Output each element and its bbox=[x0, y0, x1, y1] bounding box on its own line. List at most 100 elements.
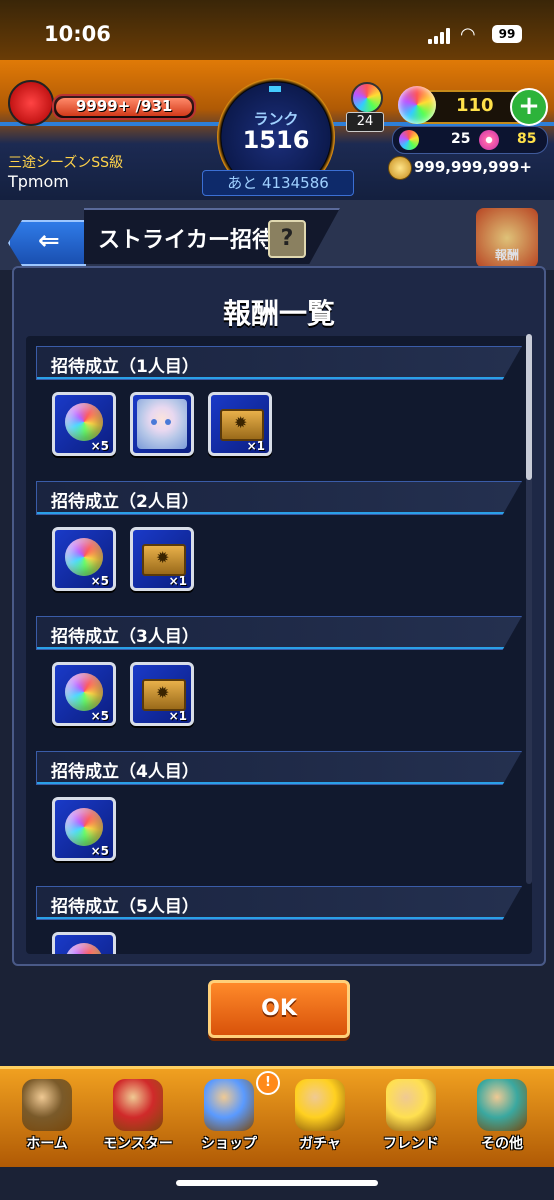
nav-item-monster[interactable]: モンスター bbox=[95, 1075, 181, 1163]
wifi-icon: ◠ bbox=[460, 24, 476, 45]
home-indicator bbox=[176, 1180, 378, 1186]
add-orbs-button[interactable]: + bbox=[510, 88, 548, 126]
shop-orb-icon bbox=[204, 1079, 254, 1131]
title-plate: ストライカー招待 ? bbox=[84, 208, 340, 264]
season-rank: 三途シーズンSS級 bbox=[8, 155, 124, 171]
ticket-icon bbox=[142, 679, 186, 711]
item-quantity: ×1 bbox=[168, 574, 187, 588]
reward-item-orb[interactable]: ×5 bbox=[52, 392, 116, 456]
item-quantity: ×1 bbox=[168, 709, 187, 723]
reward-badge-label: 報酬 bbox=[494, 248, 519, 262]
section-header: 招待成立（5人目） bbox=[36, 886, 522, 920]
orb-icon bbox=[65, 403, 103, 441]
gold-count: 999,999,999+ bbox=[414, 158, 532, 176]
reward-item-ticket[interactable]: ×1 bbox=[208, 392, 272, 456]
other-icon bbox=[477, 1079, 527, 1131]
sub-currency-bar: 25 85 bbox=[392, 126, 548, 154]
item-quantity: ×1 bbox=[246, 439, 265, 453]
reward-list-dialog: 報酬一覧 招待成立（1人目）×5×1招待成立（2人目）×5×1招待成立（3人目）… bbox=[12, 266, 546, 966]
scrollbar-thumb[interactable] bbox=[526, 334, 532, 480]
reward-section: 招待成立（2人目） ×5 ×1 bbox=[26, 471, 522, 606]
nav-label: ホーム bbox=[26, 1136, 68, 1152]
level-icon bbox=[8, 80, 54, 126]
dialog-title: 報酬一覧 bbox=[222, 297, 335, 330]
reward-section: 招待成立（4人目） ×5 bbox=[26, 741, 522, 876]
signal-icon bbox=[428, 28, 454, 44]
reward-badge-icon[interactable]: 報酬 bbox=[476, 208, 538, 268]
nav-item-home[interactable]: ホーム bbox=[4, 1075, 90, 1163]
gacha-egg-icon bbox=[295, 1079, 345, 1131]
orb-icon bbox=[65, 538, 103, 576]
reward-section: 招待成立（3人目） ×5 ×1 bbox=[26, 606, 522, 741]
nav-label: その他 bbox=[481, 1136, 523, 1152]
rank-value: 1516 bbox=[242, 126, 310, 154]
home-icon bbox=[22, 1079, 72, 1131]
orb-icon bbox=[65, 673, 103, 711]
reward-section: 招待成立（5人目） bbox=[26, 876, 522, 954]
bottom-nav: ホーム モンスター ショップ! ガチャ フレンド その他 bbox=[0, 1066, 554, 1167]
screen-title: ストライカー招待 bbox=[98, 228, 275, 253]
small-orb-icon bbox=[399, 130, 419, 150]
next-rank-exp: あと 4134586 bbox=[202, 170, 354, 196]
back-button[interactable]: ⇐ bbox=[8, 220, 86, 266]
ticket-icon bbox=[220, 409, 264, 441]
item-quantity: ×5 bbox=[90, 709, 109, 723]
ok-button[interactable]: OK bbox=[208, 980, 350, 1038]
reward-item-character[interactable] bbox=[130, 392, 194, 456]
help-button[interactable]: ? bbox=[268, 220, 306, 258]
trophy-count: 24 bbox=[346, 112, 384, 132]
section-label: 招待成立（3人目） bbox=[51, 627, 199, 647]
reward-item-orb[interactable]: ×5 bbox=[52, 797, 116, 861]
reward-list[interactable]: 招待成立（1人目）×5×1招待成立（2人目）×5×1招待成立（3人目）×5×1招… bbox=[26, 336, 532, 954]
section-header: 招待成立（1人目） bbox=[36, 346, 522, 380]
item-quantity: ×5 bbox=[90, 439, 109, 453]
section-header: 招待成立（3人目） bbox=[36, 616, 522, 650]
clock: 10:06 bbox=[44, 22, 111, 46]
flower-icon bbox=[479, 130, 499, 150]
character-portrait bbox=[137, 399, 187, 449]
friend-icon bbox=[386, 1079, 436, 1131]
section-label: 招待成立（5人目） bbox=[51, 897, 199, 917]
nav-item-gacha-egg[interactable]: ガチャ bbox=[277, 1075, 363, 1163]
nav-item-friend[interactable]: フレンド bbox=[368, 1075, 454, 1163]
flower-count: 85 bbox=[517, 131, 537, 147]
nav-label: フレンド bbox=[383, 1136, 439, 1152]
nav-label: ガチャ bbox=[299, 1136, 341, 1152]
section-label: 招待成立（4人目） bbox=[51, 762, 199, 782]
section-header: 招待成立（4人目） bbox=[36, 751, 522, 785]
rank-progress-tick bbox=[269, 86, 281, 92]
nav-item-shop-orb[interactable]: ショップ! bbox=[186, 1071, 280, 1163]
section-header: 招待成立（2人目） bbox=[36, 481, 522, 515]
reward-item-ticket[interactable]: ×1 bbox=[130, 527, 194, 591]
section-label: 招待成立（1人目） bbox=[51, 357, 199, 377]
nav-item-other[interactable]: その他 bbox=[459, 1075, 545, 1163]
item-quantity: ×5 bbox=[90, 844, 109, 858]
small-orb-count: 25 bbox=[451, 131, 471, 147]
nav-label: モンスター bbox=[103, 1136, 173, 1152]
orb-counter: 110 + bbox=[398, 86, 548, 126]
item-quantity: ×5 bbox=[90, 574, 109, 588]
reward-item-orb[interactable] bbox=[52, 932, 116, 954]
scrollbar[interactable] bbox=[526, 334, 532, 884]
nav-label: ショップ bbox=[201, 1136, 257, 1152]
ticket-icon bbox=[142, 544, 186, 576]
reward-item-ticket[interactable]: ×1 bbox=[130, 662, 194, 726]
trophy-counter[interactable]: 24 bbox=[346, 82, 384, 132]
section-label: 招待成立（2人目） bbox=[51, 492, 199, 512]
reward-item-orb[interactable]: ×5 bbox=[52, 527, 116, 591]
reward-section: 招待成立（1人目） ×5 ×1 bbox=[26, 336, 522, 471]
orb-icon bbox=[65, 943, 103, 954]
stamina-bar: 9999+ /931 bbox=[52, 94, 196, 120]
orb-count: 110 bbox=[456, 95, 494, 116]
reward-item-orb[interactable]: ×5 bbox=[52, 662, 116, 726]
gold-coin-icon bbox=[388, 156, 412, 180]
player-header: 9999+ /931 ランク 1516 あと 4134586 24 110 + … bbox=[0, 60, 554, 200]
battery-icon: 99 bbox=[492, 25, 522, 43]
screen-header: ⇐ ストライカー招待 ? 報酬 bbox=[0, 200, 554, 270]
status-bar: 10:06 ◠ 99 bbox=[0, 0, 554, 60]
player-name: Tpmom bbox=[8, 172, 69, 191]
trophy-icon bbox=[351, 82, 383, 114]
stamina-value: 9999+ /931 bbox=[76, 97, 173, 115]
back-arrow-icon: ⇐ bbox=[38, 226, 60, 256]
orb-icon bbox=[65, 808, 103, 846]
